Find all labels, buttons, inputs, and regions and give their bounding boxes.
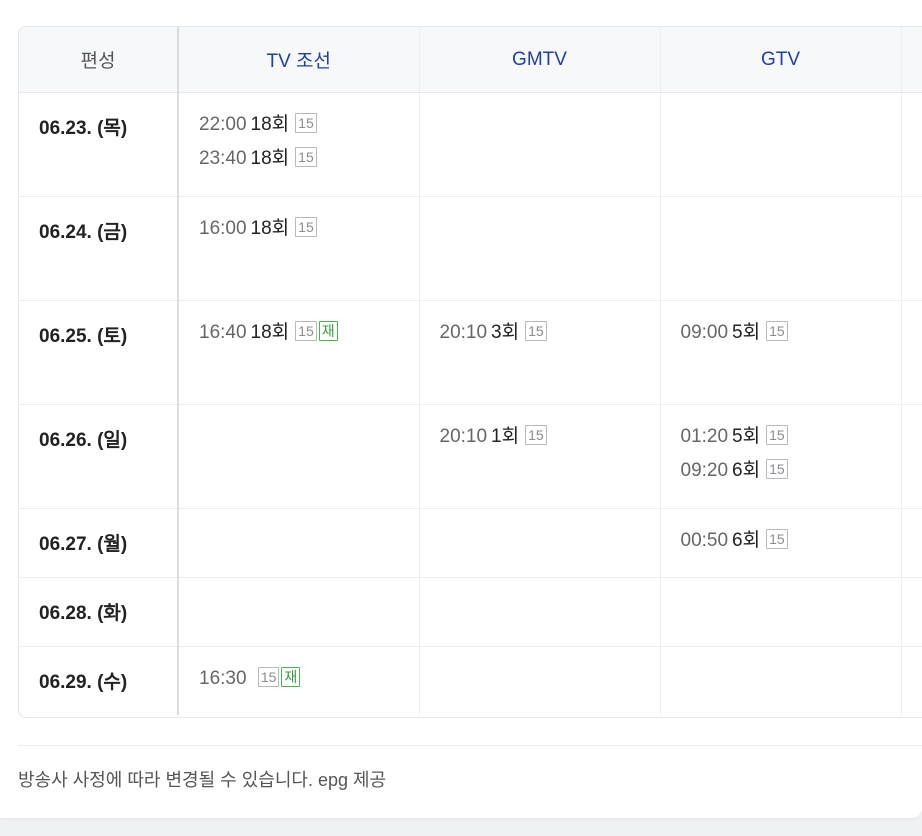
air-time: 00:50	[680, 530, 729, 551]
schedule-cell: 16:30 15 재	[178, 646, 420, 715]
schedule-cell	[901, 577, 922, 647]
broadcast-slot[interactable]: 23:40 18회 15	[199, 147, 419, 181]
schedule-cell	[419, 577, 661, 647]
broadcast-slot[interactable]: 16:40 18회 15 재	[199, 321, 419, 355]
schedule-cell	[419, 508, 661, 578]
episode-number: 3회	[491, 322, 520, 343]
schedule-cell	[901, 92, 922, 197]
footer-divider	[18, 745, 922, 746]
schedule-cell	[901, 196, 922, 301]
broadcast-slot[interactable]: 09:00 5회 15	[681, 321, 901, 355]
date-cell: 06.27. (월)	[19, 508, 179, 578]
broadcast-slot[interactable]: 22:00 18회 15	[199, 113, 419, 147]
schedule-cell	[660, 577, 902, 647]
episode-number: 18회	[250, 148, 290, 169]
table-row: 06.27. (월) 00:50 6회 15	[19, 508, 922, 578]
schedule-cell	[901, 300, 922, 405]
schedule-cell	[901, 646, 922, 715]
schedule-cell: 20:10 1회 15	[419, 404, 661, 509]
age-rating-badge: 15	[525, 321, 547, 341]
rerun-badge: 재	[318, 321, 338, 341]
air-time: 09:00	[680, 322, 729, 343]
channel-tab-2[interactable]: GMTV	[419, 27, 661, 93]
date-cell: 06.28. (화)	[19, 577, 179, 647]
schedule-cell	[419, 196, 661, 301]
broadcast-slot[interactable]: 16:30 15 재	[199, 667, 419, 701]
broadcast-slot[interactable]: 20:10 1회 15	[440, 425, 660, 459]
table-row: 06.24. (금) 16:00 18회 15	[19, 196, 922, 301]
schedule-cell	[419, 92, 661, 197]
schedule-card: 편성 TV 조선 GMTV GTV 06.23. (목) 22:00 18회 15 23…	[0, 0, 922, 818]
date-cell: 06.26. (일)	[19, 404, 179, 509]
schedule-cell	[901, 404, 922, 509]
schedule-cell	[178, 404, 420, 509]
header-row: 편성 TV 조선 GMTV GTV	[19, 27, 922, 93]
table-row: 06.25. (토) 16:40 18회 15 재 20:10 3회 15 09:00 5회 15	[19, 300, 922, 405]
date-cell: 06.23. (목)	[19, 92, 179, 197]
age-rating-badge: 15	[295, 113, 317, 133]
episode-number: 5회	[732, 426, 761, 447]
age-rating-badge: 15	[295, 321, 317, 341]
episode-number: 18회	[250, 218, 290, 239]
schedule-cell	[660, 92, 902, 197]
episode-number: 5회	[732, 322, 761, 343]
schedule-cell: 09:00 5회 15	[660, 300, 902, 405]
episode-number: 6회	[732, 530, 761, 551]
air-time: 22:00	[199, 114, 247, 135]
age-rating-badge: 15	[295, 217, 317, 237]
broadcast-slot[interactable]: 01:20 5회 15	[681, 425, 901, 459]
rerun-badge: 재	[281, 667, 301, 687]
episode-number: 18회	[250, 322, 290, 343]
date-cell: 06.25. (토)	[19, 300, 179, 405]
schedule-cell: 16:00 18회 15	[178, 196, 420, 301]
age-rating-badge: 15	[766, 321, 788, 341]
air-time: 23:40	[199, 148, 247, 169]
schedule-cell: 22:00 18회 15 23:40 18회 15	[178, 92, 420, 197]
schedule-cell	[178, 508, 420, 578]
schedule-cell: 16:40 18회 15 재	[178, 300, 420, 405]
channel-tab-4[interactable]	[901, 27, 922, 93]
age-rating-badge: 15	[766, 529, 788, 549]
header-corner: 편성	[19, 27, 179, 93]
date-cell: 06.29. (수)	[19, 646, 179, 715]
schedule-cell	[178, 577, 420, 647]
schedule-cell	[419, 646, 661, 715]
air-time: 01:20	[680, 426, 729, 447]
air-time: 16:40	[199, 322, 247, 343]
channel-tab-1[interactable]: TV 조선	[178, 27, 420, 93]
air-time: 16:00	[199, 218, 247, 239]
schedule-cell	[660, 646, 902, 715]
schedule-cell	[660, 196, 902, 301]
footer-note: 방송사 사정에 따라 변경될 수 있습니다. epg 제공	[18, 770, 387, 790]
schedule-grid: 편성 TV 조선 GMTV GTV 06.23. (목) 22:00 18회 15 23…	[18, 26, 922, 718]
age-rating-badge: 15	[766, 425, 788, 445]
age-rating-badge: 15	[257, 667, 280, 687]
table-row: 06.29. (수) 16:30 15 재	[19, 646, 922, 715]
table-row: 06.28. (화)	[19, 577, 922, 647]
schedule-cell: 20:10 3회 15	[419, 300, 661, 405]
air-time: 20:10	[439, 322, 488, 343]
broadcast-slot[interactable]: 09:20 6회 15	[681, 459, 901, 493]
date-cell: 06.24. (금)	[19, 196, 179, 301]
broadcast-slot[interactable]: 16:00 18회 15	[199, 217, 419, 251]
air-time: 09:20	[680, 460, 729, 481]
schedule-table: 편성 TV 조선 GMTV GTV 06.23. (목) 22:00 18회 15 23…	[19, 27, 922, 715]
table-row: 06.23. (목) 22:00 18회 15 23:40 18회 15	[19, 92, 922, 197]
air-time: 20:10	[439, 426, 488, 447]
broadcast-slot[interactable]: 20:10 3회 15	[440, 321, 660, 355]
table-row: 06.26. (일) 20:10 1회 15 01:20 5회 15 09:20 6회 15	[19, 404, 922, 509]
air-time: 16:30	[199, 668, 247, 689]
schedule-cell: 01:20 5회 15 09:20 6회 15	[660, 404, 902, 509]
episode-number: 18회	[250, 114, 290, 135]
broadcast-slot[interactable]: 00:50 6회 15	[681, 529, 901, 563]
episode-number: 1회	[491, 426, 520, 447]
age-rating-badge: 15	[295, 147, 317, 167]
schedule-cell: 00:50 6회 15	[660, 508, 902, 578]
age-rating-badge: 15	[525, 425, 547, 445]
episode-number: 6회	[732, 460, 761, 481]
age-rating-badge: 15	[766, 459, 788, 479]
schedule-cell	[901, 508, 922, 578]
channel-tab-3[interactable]: GTV	[660, 27, 902, 93]
